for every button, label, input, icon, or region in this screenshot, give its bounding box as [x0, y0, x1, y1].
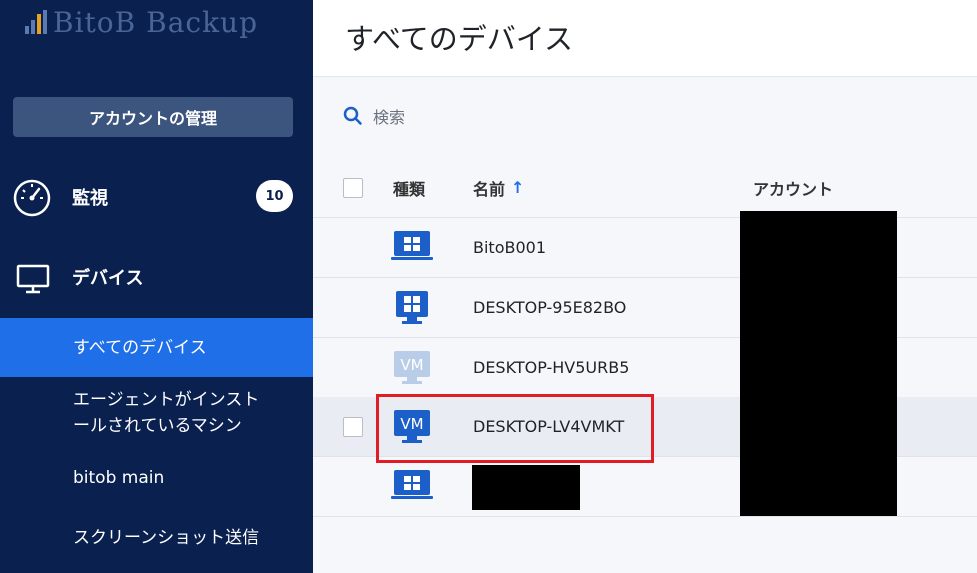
account-management-button[interactable]: アカウントの管理 [13, 97, 293, 137]
sidebar-subitem-label: エージェントがインスト ールされているマシン [73, 390, 260, 436]
logo-bars-icon [25, 10, 47, 34]
dashboard-gauge-icon [13, 179, 51, 217]
highlight-box [376, 394, 654, 463]
column-header-account[interactable]: アカウント [753, 158, 833, 217]
svg-text:VM: VM [400, 356, 423, 374]
table-header: 種類 名前 ↑ アカウント [313, 158, 977, 218]
app-logo: BitoB Backup [25, 2, 258, 42]
sidebar-subitem-bitob-main[interactable]: bitob main [0, 462, 313, 494]
column-header-name[interactable]: 名前 ↑ [473, 158, 524, 217]
main-content: すべてのデバイス 検索 種類 名前 ↑ アカウント BitoB001 DESKT… [313, 0, 977, 573]
sort-ascending-icon: ↑ [511, 178, 525, 197]
title-bar: すべてのデバイス [313, 0, 977, 77]
column-header-type[interactable]: 種類 [393, 158, 425, 217]
page-title: すべてのデバイス [345, 22, 573, 56]
sidebar-subitem-label: bitob main [73, 468, 165, 488]
windows-device-icon [391, 470, 433, 499]
sidebar-subitem-agent-machines[interactable]: エージェントがインスト ールされているマシン [0, 385, 313, 441]
sidebar-subitem-label: すべてのデバイス [73, 337, 207, 358]
sidebar-item-devices[interactable]: デバイス [0, 247, 313, 307]
monitor-icon [16, 264, 50, 294]
sidebar-item-label: デバイス [72, 268, 144, 289]
sidebar-item-label: 監視 [72, 188, 108, 209]
sidebar: BitoB Backup アカウントの管理 監視 10 デバイス すべてのデバイ… [0, 0, 313, 573]
search-input[interactable]: 検索 [373, 104, 405, 128]
sidebar-item-monitor[interactable]: 監視 10 [0, 167, 313, 227]
device-name[interactable]: DESKTOP-95E82BO [473, 278, 626, 337]
search-box[interactable]: 検索 [343, 104, 405, 128]
sidebar-subitem-screenshot-send[interactable]: スクリーンショット送信 [0, 522, 313, 554]
redacted-device-name [472, 465, 580, 510]
logo-text: BitoB Backup [53, 5, 258, 39]
redacted-account-column [740, 211, 897, 516]
search-icon [343, 106, 362, 125]
row-checkbox[interactable] [343, 417, 363, 437]
alert-count-badge: 10 [256, 180, 293, 212]
sidebar-subitem-label: スクリーンショット送信 [73, 528, 260, 548]
sidebar-subitem-all-devices[interactable]: すべてのデバイス [0, 318, 313, 377]
device-name[interactable]: BitoB001 [473, 218, 546, 277]
vm-icon-light: VM [394, 351, 430, 384]
windows-device-icon [396, 291, 428, 324]
windows-device-icon [391, 231, 433, 260]
device-name[interactable]: DESKTOP-HV5URB5 [473, 338, 629, 397]
select-all-checkbox[interactable] [343, 178, 363, 198]
